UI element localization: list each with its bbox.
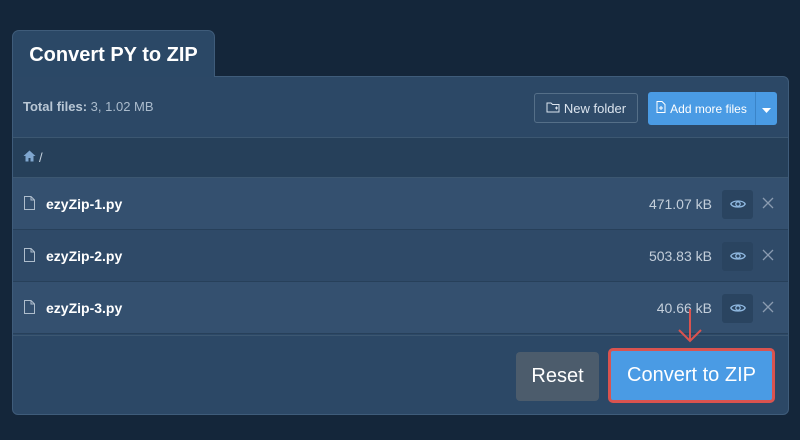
arrow-down-icon [676, 308, 704, 349]
eye-icon [729, 196, 746, 214]
add-files-dropdown-toggle[interactable] [755, 92, 777, 125]
preview-button[interactable] [722, 242, 753, 271]
toolbar: Total files: 3, 1.02 MB New folder Add m… [13, 77, 788, 137]
new-folder-button[interactable]: New folder [534, 93, 638, 123]
file-plus-icon [656, 101, 666, 116]
preview-button[interactable] [722, 294, 753, 323]
remove-file-button[interactable] [762, 248, 776, 262]
file-icon [24, 196, 35, 215]
file-size: 503.83 kB [648, 248, 712, 264]
file-row: ezyZip-1.py 471.07 kB [13, 178, 788, 230]
total-files-label: Total files: [23, 99, 88, 114]
file-icon [24, 248, 35, 267]
total-files: Total files: 3, 1.02 MB [23, 99, 154, 114]
file-icon [24, 300, 35, 319]
file-panel: Total files: 3, 1.02 MB New folder Add m… [12, 76, 789, 415]
new-folder-label: New folder [563, 100, 627, 116]
add-more-files-button[interactable]: Add more files [648, 92, 777, 125]
breadcrumb-separator: / [39, 150, 43, 165]
close-icon [762, 248, 774, 265]
remove-file-button[interactable] [762, 196, 776, 210]
reset-button[interactable]: Reset [516, 352, 599, 401]
breadcrumb: / [13, 137, 788, 178]
add-more-files-label: Add more files [670, 101, 747, 116]
eye-icon [729, 300, 746, 318]
action-footer: Reset Convert to ZIP [13, 335, 788, 414]
close-icon [762, 196, 774, 213]
remove-file-button[interactable] [762, 300, 776, 314]
file-row: ezyZip-3.py 40.66 kB [13, 282, 788, 334]
file-row: ezyZip-2.py 503.83 kB [13, 230, 788, 282]
home-icon[interactable] [23, 150, 36, 165]
add-more-files-main[interactable]: Add more files [648, 92, 755, 125]
tab-convert-py-to-zip[interactable]: Convert PY to ZIP [12, 30, 215, 77]
preview-button[interactable] [722, 190, 753, 219]
eye-icon [729, 248, 746, 266]
file-name: ezyZip-3.py [46, 300, 123, 316]
close-icon [762, 300, 774, 317]
file-name: ezyZip-1.py [46, 196, 123, 212]
total-files-value: 3, 1.02 MB [90, 99, 154, 114]
folder-plus-icon [546, 101, 560, 116]
file-name: ezyZip-2.py [46, 248, 123, 264]
convert-to-zip-button[interactable]: Convert to ZIP [608, 348, 775, 403]
file-size: 471.07 kB [648, 196, 712, 212]
file-list: ezyZip-1.py 471.07 kB ezyZip-2.py 503.83… [13, 178, 788, 334]
caret-down-icon [762, 102, 771, 116]
